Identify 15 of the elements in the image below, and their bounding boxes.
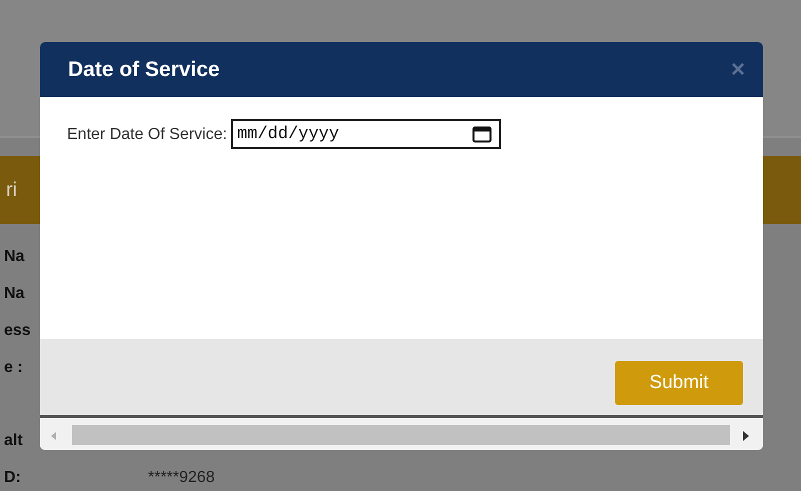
close-button[interactable]: ×: [730, 56, 745, 84]
field-label: ess: [4, 322, 32, 340]
date-field[interactable]: mm/dd/yyyy: [231, 119, 502, 149]
field-label: Na: [4, 284, 26, 302]
submit-button[interactable]: Submit: [615, 361, 743, 405]
field-label: D:: [4, 468, 22, 486]
dialog-title: Date of Service: [68, 58, 220, 82]
field-label: alt: [4, 432, 24, 450]
field-value: *****9268: [148, 468, 215, 486]
field-label: Na: [4, 248, 26, 266]
date-label: Enter Date Of Service:: [67, 126, 228, 144]
field-label: e :: [4, 358, 24, 376]
banner-title: ri: [6, 178, 18, 202]
calendar-icon[interactable]: [472, 125, 492, 143]
horizontal-scrollbar[interactable]: [40, 418, 763, 450]
